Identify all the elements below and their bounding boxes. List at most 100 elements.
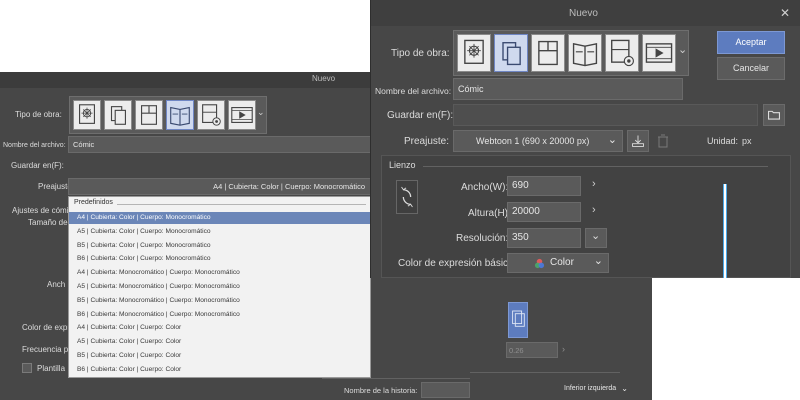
open-book-icon — [572, 43, 598, 67]
back-multipage-button[interactable] — [166, 100, 194, 130]
back-story-name-input[interactable] — [421, 382, 470, 398]
back-template-label: Plantilla — [37, 364, 66, 373]
dropdown-option[interactable]: B5 | Cubierta: Monocromático | Cuerpo: M… — [69, 295, 370, 307]
dropdown-option[interactable]: A5 | Cubierta: Monocromático | Cuerpo: M… — [69, 281, 370, 293]
resolution-input[interactable]: 350 — [507, 228, 581, 248]
height-label: Altura(H): — [468, 208, 511, 219]
back-lower-panel: 0.26 › Inferior izquierda ⌄ — [470, 278, 652, 400]
close-icon[interactable]: ✕ — [780, 6, 790, 20]
color-mode-chevron-icon: ⌄ — [593, 255, 603, 267]
back-vertical-toggle[interactable] — [508, 302, 528, 338]
front-webtoon-button[interactable] — [494, 34, 528, 72]
back-work-type-label: Tipo de obra: — [15, 110, 62, 119]
front-filename-input[interactable]: Cómic — [453, 78, 683, 100]
illustration-icon — [79, 104, 95, 124]
front-preset-select[interactable]: Webtoon 1 (690 x 20000 px) ⌄ — [453, 130, 623, 152]
back-page-settings-button[interactable] — [197, 100, 225, 130]
front-page-settings-button[interactable] — [605, 34, 639, 72]
back-filename-label: Nombre del archivo: — [3, 142, 66, 149]
back-resolution-field[interactable]: 0.26 — [506, 342, 558, 358]
front-save-in-label: Guardar en(F): — [387, 110, 454, 121]
back-animation-button[interactable] — [228, 100, 256, 130]
resolution-label: Resolución: — [456, 233, 509, 244]
color-mode-value: Color — [550, 257, 574, 268]
register-preset-button[interactable] — [627, 130, 649, 152]
width-label: Ancho(W): — [461, 182, 509, 193]
back-lower-separator — [470, 372, 620, 373]
height-chevron-icon[interactable]: › — [592, 204, 596, 216]
unit-value: px — [742, 136, 752, 146]
front-filename-label: Nombre del archivo: — [375, 86, 452, 96]
back-illustration-button[interactable] — [73, 100, 101, 130]
front-animation-button[interactable] — [642, 34, 676, 72]
back-position-chevron-icon: ⌄ — [621, 384, 628, 393]
canvas-section-title: Lienzo — [389, 160, 416, 170]
dropdown-option[interactable]: A4 | Cubierta: Monocromático | Cuerpo: M… — [69, 267, 370, 279]
back-webtoon-button[interactable] — [104, 100, 132, 130]
unit-label: Unidad: — [707, 136, 739, 146]
back-position-value: Inferior izquierda — [564, 385, 617, 392]
accept-button[interactable]: Aceptar — [717, 31, 785, 54]
canvas-section-line — [423, 166, 768, 167]
front-work-type-group: ⌄ — [453, 30, 689, 76]
back-story-name-label: Nombre de la historia: — [344, 386, 418, 395]
back-resolution-chevron-icon[interactable]: › — [562, 344, 565, 354]
back-template-checkbox[interactable] — [22, 363, 32, 373]
dropdown-option[interactable]: A5 | Cubierta: Color | Cuerpo: Monocromá… — [69, 226, 370, 238]
color-wheel-icon — [534, 258, 545, 269]
dropdown-option[interactable]: B6 | Cubierta: Color | Cuerpo: Color — [69, 364, 370, 376]
back-work-type-more-icon[interactable]: ⌄ — [257, 107, 265, 118]
animation-icon — [645, 43, 673, 63]
width-input[interactable]: 690 — [507, 176, 581, 196]
height-input[interactable]: 20000 — [507, 202, 581, 222]
back-size-label: Tamaño de — [28, 218, 68, 227]
front-comic-button[interactable] — [531, 34, 565, 72]
back-dialog-title: Nuevo — [312, 74, 336, 83]
delete-preset-button[interactable] — [653, 130, 673, 152]
folder-button[interactable] — [763, 104, 785, 126]
dropdown-option[interactable]: B6 | Cubierta: Monocromático | Cuerpo: M… — [69, 309, 370, 321]
front-preset-value: Webtoon 1 (690 x 20000 px) — [476, 136, 590, 146]
webtoon-icon — [502, 42, 521, 66]
front-titlebar: Nuevo ✕ — [371, 0, 800, 26]
webtoon-icon — [110, 106, 126, 125]
width-chevron-icon[interactable]: › — [592, 178, 596, 190]
comic-page-icon — [141, 105, 157, 125]
color-mode-select[interactable]: Color ⌄ — [507, 253, 609, 273]
dropdown-rows: A4 | Cubierta: Color | Cuerpo: Monocromá… — [69, 212, 370, 377]
back-width-label: Anch — [47, 280, 66, 289]
dropdown-option[interactable]: B6 | Cubierta: Color | Cuerpo: Monocromá… — [69, 253, 370, 265]
back-position-select[interactable]: Inferior izquierda ⌄ — [564, 382, 630, 398]
dropdown-option[interactable]: A4 | Cubierta: Color | Cuerpo: Color — [69, 322, 370, 334]
dropdown-header: Predefinidos — [74, 199, 113, 206]
resolution-chevron-icon: ⌄ — [591, 230, 601, 242]
color-mode-label: Color de expresión básico: — [398, 258, 517, 269]
back-bottom-separator — [322, 378, 470, 379]
dropdown-option[interactable]: B5 | Cubierta: Color | Cuerpo: Monocromá… — [69, 240, 370, 252]
cancel-button[interactable]: Cancelar — [717, 57, 785, 80]
front-work-type-more-icon[interactable]: ⌄ — [678, 43, 687, 56]
back-comic-button[interactable] — [135, 100, 163, 130]
back-color-label: Color de expr — [22, 323, 71, 332]
dropdown-option[interactable]: A5 | Cubierta: Color | Cuerpo: Color — [69, 336, 370, 348]
back-work-type-group: ⌄ — [69, 96, 267, 134]
front-multipage-button[interactable] — [568, 34, 602, 72]
trash-icon — [658, 134, 668, 148]
front-save-in-input[interactable] — [453, 104, 758, 126]
back-settings-label: Ajustes de cómi — [12, 206, 69, 215]
back-frequency-label: Frecuencia pr — [22, 345, 71, 354]
front-new-dialog: Nuevo ✕ Tipo de obra: ⌄ Aceptar Cancelar… — [370, 0, 800, 278]
dropdown-option[interactable]: A4 | Cubierta: Color | Cuerpo: Monocromá… — [69, 212, 370, 224]
front-dialog-title: Nuevo — [569, 8, 598, 19]
illustration-icon — [464, 39, 484, 64]
orientation-toggle[interactable] — [396, 180, 418, 214]
dropdown-option[interactable]: B5 | Cubierta: Color | Cuerpo: Color — [69, 350, 370, 362]
animation-icon — [231, 107, 253, 123]
page-gear-icon — [202, 104, 221, 126]
resolution-dropdown-button[interactable]: ⌄ — [585, 228, 607, 248]
front-illustration-button[interactable] — [457, 34, 491, 72]
back-resolution-value: 0.26 — [509, 346, 524, 355]
folder-icon — [768, 110, 780, 120]
page-stack-icon — [512, 310, 525, 327]
back-preset-value: A4 | Cubierta: Color | Cuerpo: Monocromá… — [213, 182, 365, 191]
